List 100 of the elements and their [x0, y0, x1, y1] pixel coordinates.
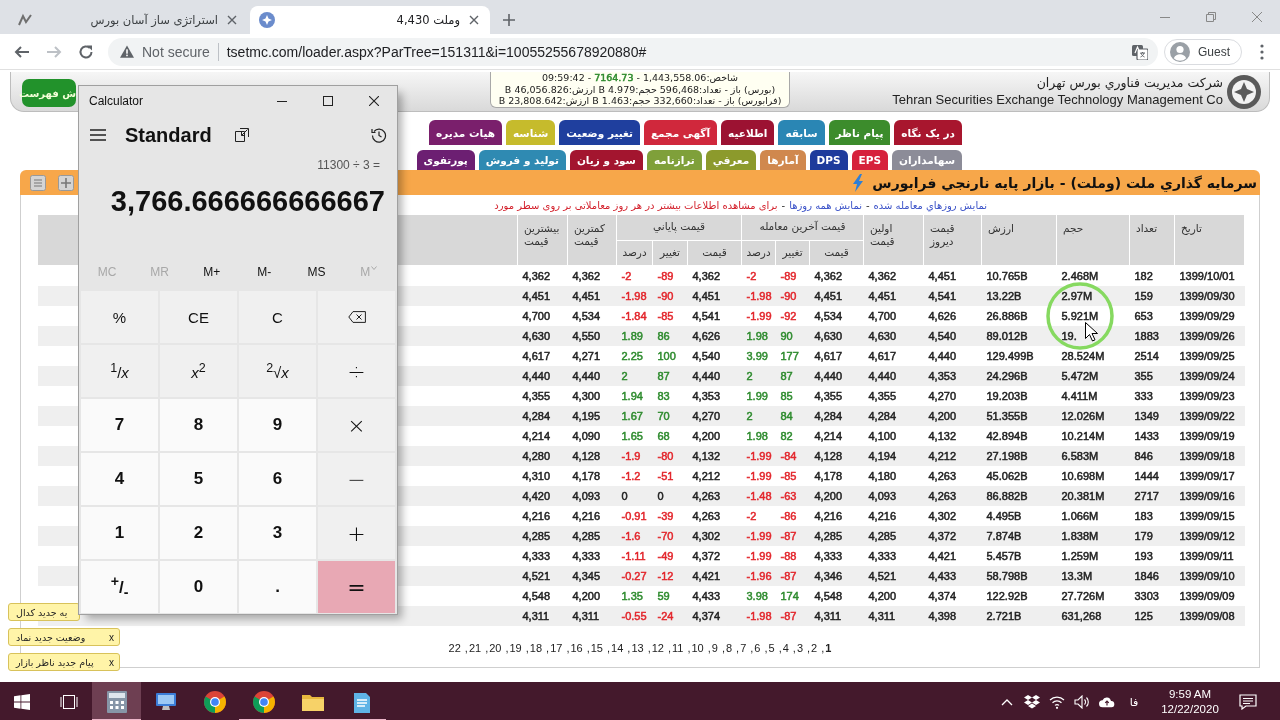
page-link[interactable]: 15: [590, 641, 603, 654]
view-link[interactable]: نمايش همه روزها: [789, 200, 862, 211]
menu-tab[interactable]: پيام ناظر: [828, 120, 891, 145]
close-icon[interactable]: [469, 15, 479, 25]
table-cell: 1433: [1129, 425, 1175, 446]
page-link[interactable]: 12: [651, 641, 664, 654]
calculator-key[interactable]: 6: [239, 453, 316, 505]
table-cell: 84: [775, 405, 810, 426]
calculator-key[interactable]: =: [318, 561, 395, 613]
page-link[interactable]: 16: [570, 641, 583, 654]
address-bar[interactable]: Not secure tsetmc.com/loader.aspx?ParTree=151311&i=10055255678920880#: [108, 37, 1158, 66]
menu-tab[interactable]: تغيير وضعيت: [559, 120, 640, 145]
calculator-key[interactable]: 9: [239, 399, 316, 451]
page-link[interactable]: 22: [448, 641, 461, 654]
calculator-key[interactable]: C: [239, 291, 316, 343]
menu-tab[interactable]: EPS: [851, 150, 888, 170]
page-link[interactable]: 1: [825, 641, 832, 654]
page-link[interactable]: 18: [529, 641, 543, 654]
page-link[interactable]: 8: [726, 641, 733, 654]
memory-button[interactable]: M+: [200, 263, 224, 281]
task-view-icon[interactable]: [60, 694, 78, 710]
menu-tab[interactable]: سابقه: [778, 120, 825, 145]
table-cell: 4,372: [687, 545, 742, 566]
page-separator: ,: [707, 641, 711, 654]
menu-tab[interactable]: سود و زيان: [569, 150, 643, 170]
clock[interactable]: 9:59 AM 12/22/2020: [1155, 687, 1225, 717]
page-link[interactable]: 4: [782, 641, 789, 654]
page-link[interactable]: 5: [768, 641, 775, 654]
calculator-key[interactable]: 0: [160, 561, 237, 613]
menu-icon[interactable]: [1260, 43, 1264, 60]
page-link[interactable]: 3: [796, 641, 804, 654]
keep-on-top-icon[interactable]: [234, 128, 249, 142]
language-indicator[interactable]: فا: [1129, 695, 1139, 709]
start-icon[interactable]: [14, 694, 30, 710]
table-cell: 4,451: [687, 285, 742, 306]
calculator-key[interactable]: $^{+}$/$_{-}$: [81, 561, 158, 613]
calculator-key[interactable]: 4: [81, 453, 158, 505]
table-cell: 4,521: [863, 565, 924, 586]
company-name-text: Tehran Securities Exchange Technology Management Co: [892, 92, 1223, 107]
reload-icon[interactable]: [78, 43, 94, 60]
menu-tab[interactable]: در يک نگاه: [894, 120, 962, 145]
table-cell: -12: [652, 565, 688, 586]
page-link[interactable]: 13: [631, 641, 644, 654]
table-cell: 4,550: [567, 325, 617, 346]
back-icon[interactable]: [14, 43, 30, 60]
calculator-key[interactable]: −: [318, 453, 395, 505]
restore-icon[interactable]: [1206, 12, 1216, 22]
notification-text: يه جديد کدال: [16, 606, 68, 618]
page-link[interactable]: 17: [550, 641, 563, 654]
memory-button[interactable]: M-: [254, 263, 275, 281]
table-cell: -1.96: [741, 565, 776, 586]
calculator-key[interactable]: .: [239, 561, 316, 613]
table-cell: 4,374: [687, 605, 742, 626]
menu-icon[interactable]: [90, 129, 106, 141]
memory-button[interactable]: MS: [304, 263, 329, 281]
table-cell: 4,212: [687, 465, 742, 486]
page-link[interactable]: 11: [672, 641, 684, 654]
page-link[interactable]: 19: [509, 641, 522, 654]
page-link[interactable]: 9: [711, 641, 718, 654]
page-link[interactable]: 20: [489, 641, 502, 654]
new-tab-icon[interactable]: [503, 14, 515, 26]
translate-icon[interactable]: [1132, 43, 1148, 60]
calculator-key[interactable]: %: [81, 291, 158, 343]
notification-icon[interactable]: [1238, 694, 1257, 710]
calculator-key[interactable]: x$^{2}$: [160, 345, 237, 397]
menu-tab[interactable]: اطلاعيه: [721, 120, 775, 145]
view-link[interactable]: نمايش روزهاي معامله شده: [873, 200, 987, 211]
close-button[interactable]: x: [109, 656, 114, 668]
calculator-key[interactable]: 2: [160, 507, 237, 559]
maximize-icon[interactable]: [323, 96, 333, 106]
calculator-key[interactable]: 8: [160, 399, 237, 451]
menu-tab[interactable]: آگهی مجمع: [643, 120, 718, 145]
calculator-key[interactable]: 5: [160, 453, 237, 505]
calculator-key[interactable]: ÷: [318, 345, 395, 397]
calculator-key[interactable]: CE: [160, 291, 237, 343]
page-separator: ,: [464, 641, 468, 654]
page-link[interactable]: 6: [754, 641, 761, 654]
box-icon[interactable]: [1023, 695, 1040, 709]
page-link[interactable]: 10: [691, 641, 704, 654]
calculator-key[interactable]: 7: [81, 399, 158, 451]
chevron-up-icon[interactable]: [1000, 698, 1013, 706]
close-icon[interactable]: [369, 96, 379, 106]
table-cell: -1.9: [616, 445, 653, 466]
calculator-key[interactable]: +: [318, 507, 395, 559]
page-link[interactable]: 14: [611, 641, 624, 654]
wifi-icon[interactable]: [1048, 695, 1065, 709]
calculator-key[interactable]: 3: [239, 507, 316, 559]
page-link[interactable]: 7: [740, 641, 747, 654]
calculator-key[interactable]: ×: [318, 399, 395, 451]
page-link[interactable]: 2: [811, 641, 818, 654]
calculator-key[interactable]: $^{1}$/x: [81, 345, 158, 397]
cloud-icon[interactable]: [1098, 695, 1115, 709]
calculator-key[interactable]: $^{2}$√x: [239, 345, 316, 397]
speaker-icon[interactable]: [1073, 695, 1090, 709]
page-link[interactable]: 21: [468, 641, 482, 654]
close-button[interactable]: x: [109, 631, 114, 643]
security-indicator[interactable]: Not secure: [142, 43, 210, 60]
history-icon[interactable]: [371, 127, 387, 143]
calculator-key[interactable]: 1: [81, 507, 158, 559]
menu-tab[interactable]: DPS: [809, 150, 848, 170]
